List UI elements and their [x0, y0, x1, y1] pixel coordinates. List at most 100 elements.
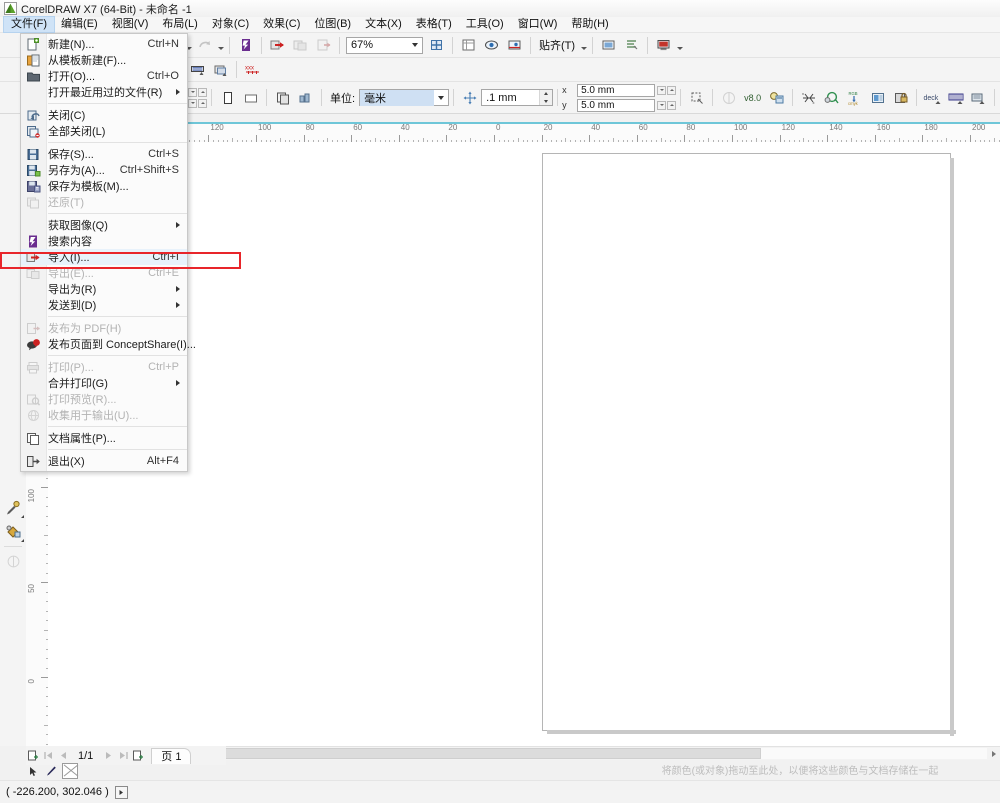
treat-as-filled-button[interactable] [685, 87, 708, 109]
search-content-button[interactable] [234, 34, 257, 56]
registration-marks-button[interactable]: xxx [241, 59, 264, 81]
document-palette-button[interactable] [866, 87, 889, 109]
duplicate-y-value[interactable]: 5.0 mm [577, 99, 655, 112]
duplicate-x-down-icon[interactable] [657, 86, 666, 95]
menu-item-new-from-template-icon[interactable]: 从模板新建(F)... [21, 52, 187, 68]
snap-to-dropdown-icon[interactable] [579, 35, 588, 55]
menu-item-search-content-icon[interactable]: 搜索内容 [21, 233, 187, 249]
page-height-up-icon[interactable] [198, 99, 207, 108]
next-page-button[interactable] [101, 748, 115, 763]
duplicate-x-up-icon[interactable] [667, 86, 676, 95]
menu-item-generic[interactable]: 合并打印(G) [21, 375, 187, 391]
menu-item-save-icon[interactable]: 保存(S)...Ctrl+S [21, 146, 187, 162]
units-dropdown-icon[interactable] [434, 90, 448, 105]
previous-page-button[interactable] [56, 748, 70, 763]
add-page-after-button[interactable] [131, 748, 145, 763]
menu-bar[interactable]: 文件(F) 编辑(E) 视图(V) 布局(L) 对象(C) 效果(C) 位图(B… [0, 17, 1000, 33]
color-management-button[interactable] [765, 87, 788, 109]
menu-item-close-document-icon[interactable]: 关闭(C) [21, 107, 187, 123]
menu-help[interactable]: 帮助(H) [564, 17, 615, 32]
options-button[interactable] [597, 34, 620, 56]
show-grid-button[interactable] [457, 34, 480, 56]
import-button[interactable] [266, 34, 289, 56]
menu-item-new-document-icon[interactable]: 新建(N)...Ctrl+N [21, 36, 187, 52]
menu-item-import-icon[interactable]: 导入(I)...Ctrl+I [21, 249, 187, 265]
status-expand-button[interactable] [115, 786, 128, 799]
file-dropdown-menu[interactable]: 新建(N)...Ctrl+N从模板新建(F)...打开(O)...Ctrl+O打… [20, 33, 188, 472]
flyout-arrow-icon[interactable] [18, 515, 24, 518]
application-launcher-button[interactable] [652, 34, 675, 56]
menu-object[interactable]: 对象(C) [205, 17, 256, 32]
zoom-level-combo[interactable]: 67% [346, 37, 423, 54]
tool-color-eyedropper[interactable] [1, 496, 25, 519]
snap-options-button[interactable] [820, 87, 843, 109]
last-page-button[interactable] [116, 748, 130, 763]
first-page-button[interactable] [41, 748, 55, 763]
page-height-down-icon[interactable] [188, 99, 197, 108]
add-page-before-button[interactable] [26, 748, 40, 763]
snap-to-label[interactable]: 贴齐(T) [535, 37, 579, 53]
lock-button[interactable] [889, 87, 912, 109]
application-launcher-dropdown-icon[interactable] [675, 35, 684, 55]
menu-view[interactable]: 视图(V) [105, 17, 156, 32]
duplicate-y-up-icon[interactable] [667, 101, 676, 110]
menu-item-open-folder-icon[interactable]: 打开(O)...Ctrl+O [21, 68, 187, 84]
menu-file[interactable]: 文件(F) [4, 17, 54, 32]
drawing-scale-button[interactable]: xx [797, 87, 820, 109]
menu-item-generic[interactable]: 打开最近用过的文件(R) [21, 84, 187, 100]
landscape-orientation-button[interactable] [239, 87, 262, 109]
current-page-button[interactable] [294, 87, 317, 109]
show-baseline-grid-button[interactable] [503, 34, 526, 56]
zoom-level-dropdown-icon[interactable] [408, 38, 422, 53]
dockers-button[interactable]: deck [921, 87, 944, 109]
menu-item-save-as-icon[interactable]: 另存为(A)...Ctrl+Shift+S [21, 162, 187, 178]
nudge-up-icon[interactable] [540, 90, 552, 98]
nudge-distance-spinner[interactable]: .1 mm [481, 89, 553, 106]
export-button[interactable] [289, 34, 312, 56]
tool-interactive-fill[interactable] [1, 520, 25, 543]
color-proof-button[interactable]: RGB cmyk [843, 87, 866, 109]
document-page[interactable] [542, 153, 951, 731]
duplicate-y-down-icon[interactable] [657, 101, 666, 110]
menu-item-generic[interactable]: 获取图像(Q) [21, 217, 187, 233]
drawing-canvas[interactable] [48, 142, 1000, 746]
nudge-distance-steppers[interactable] [539, 90, 552, 105]
object-manager-button[interactable] [209, 59, 232, 81]
scroll-right-icon[interactable] [987, 748, 1000, 760]
units-combo[interactable]: 毫米 [359, 89, 449, 106]
horizontal-ruler[interactable]: 1801601401201008060402002040608010012014… [48, 122, 1000, 143]
menu-table[interactable]: 表格(T) [409, 17, 459, 32]
page-size-steppers[interactable] [188, 88, 207, 108]
nudge-down-icon[interactable] [540, 98, 552, 106]
publish-pdf-button[interactable] [312, 34, 335, 56]
menu-layout[interactable]: 布局(L) [155, 17, 204, 32]
menu-item-close-all-icon[interactable]: 全部关闭(L) [21, 123, 187, 139]
object-styles-button[interactable] [620, 34, 643, 56]
menu-effects[interactable]: 效果(C) [256, 17, 307, 32]
menu-tools[interactable]: 工具(O) [459, 17, 511, 32]
page-width-up-icon[interactable] [198, 88, 207, 97]
tool-outline-pen[interactable] [1, 550, 25, 573]
duplicate-x-value[interactable]: 5.0 mm [577, 84, 655, 97]
redo-history-arrow[interactable] [216, 35, 225, 55]
page-tab-1[interactable]: 页 1 [151, 748, 191, 764]
menu-item-generic[interactable]: 发送到(D) [21, 297, 187, 313]
menu-window[interactable]: 窗口(W) [511, 17, 565, 32]
page-width-down-icon[interactable] [188, 88, 197, 97]
menu-text[interactable]: 文本(X) [358, 17, 409, 32]
menu-edit[interactable]: 编辑(E) [54, 17, 105, 32]
menu-item-conceptshare-icon[interactable]: 发布页面到 ConceptShare(I)... [21, 336, 187, 352]
guides-setup-button[interactable] [967, 87, 990, 109]
menu-item-document-properties-icon[interactable]: 文档属性(P)... [21, 430, 187, 446]
text-columns-button[interactable] [186, 59, 209, 81]
menu-item-generic[interactable]: 导出为(R) [21, 281, 187, 297]
menu-item-save-template-icon[interactable]: 保存为模板(M)... [21, 178, 187, 194]
grid-setup-button[interactable] [944, 87, 967, 109]
page-background-button[interactable] [717, 87, 740, 109]
portrait-orientation-button[interactable] [216, 87, 239, 109]
menu-item-exit-icon[interactable]: 退出(X)Alt+F4 [21, 453, 187, 469]
menu-bitmaps[interactable]: 位图(B) [307, 17, 358, 32]
fullscreen-preview-button[interactable] [425, 34, 448, 56]
show-guides-button[interactable] [480, 34, 503, 56]
no-color-swatch[interactable] [62, 763, 78, 779]
